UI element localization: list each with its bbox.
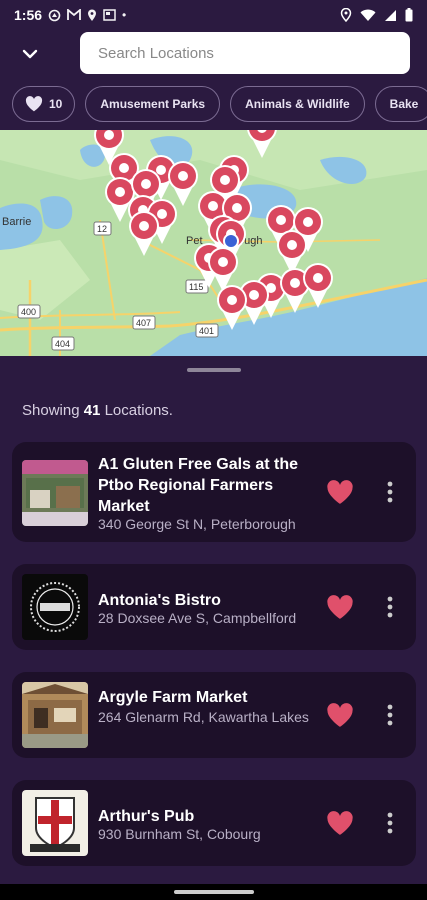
status-right <box>340 8 413 22</box>
system-nav-bar <box>0 884 427 900</box>
location-thumbnail <box>22 460 88 526</box>
location-thumbnail <box>22 790 88 856</box>
chip-bakeries[interactable]: Bake <box>374 86 427 122</box>
heart-icon <box>25 96 43 112</box>
more-options-button[interactable] <box>378 699 402 731</box>
location-thumbnail <box>22 574 88 640</box>
battery-icon <box>405 8 413 22</box>
location-address: 340 George St N, Peterborough <box>98 516 296 532</box>
location-address: 264 Glenarm Rd, Kawartha Lakes <box>98 709 309 725</box>
collapse-button[interactable] <box>0 32 60 76</box>
top-bar <box>0 30 427 78</box>
results-prefix: Showing <box>22 402 80 419</box>
location-address: 28 Doxsee Ave S, Campbellford <box>98 610 297 626</box>
location-icon <box>88 9 97 21</box>
location-title: Argyle Farm Market <box>98 689 248 706</box>
search-box[interactable] <box>80 32 410 74</box>
results-suffix: Locations. <box>104 402 173 419</box>
map-label-barrie: Barrie <box>2 216 31 228</box>
heart-icon <box>327 479 353 504</box>
search-input[interactable] <box>98 44 410 62</box>
favorite-button[interactable] <box>324 699 356 731</box>
sheet-drag-handle[interactable] <box>187 368 241 372</box>
more-vert-icon <box>387 596 393 618</box>
signal-icon <box>385 9 396 21</box>
results-count: Showing 41 Locations. <box>22 402 173 419</box>
location-address: 930 Burnham St, Cobourg <box>98 826 261 842</box>
favorites-chip[interactable]: 10 <box>12 86 76 122</box>
location-card[interactable]: Argyle Farm Market 264 Glenarm Rd, Kawar… <box>12 672 416 758</box>
heart-icon <box>327 594 353 619</box>
location-thumbnail <box>22 682 88 748</box>
wifi-icon <box>360 9 376 21</box>
favorite-button[interactable] <box>324 591 356 623</box>
favorites-count: 10 <box>49 97 63 111</box>
map-canvas[interactable]: Barrie Pet ough 115 12 407 401 400 404 <box>0 130 427 356</box>
map-view[interactable]: Barrie Pet ough 115 12 407 401 400 404 <box>0 130 427 356</box>
chevron-down-icon <box>22 49 38 59</box>
route-shield-400: 400 <box>21 307 36 317</box>
more-options-button[interactable] <box>378 591 402 623</box>
route-shield-401: 401 <box>199 326 214 336</box>
more-options-button[interactable] <box>378 476 402 508</box>
location-title: A1 Gluten Free Gals at the Ptbo Regional… <box>98 456 299 515</box>
chip-animals-wildlife[interactable]: Animals & Wildlife <box>230 86 365 122</box>
results-number: 41 <box>83 402 101 419</box>
news-icon <box>103 9 116 21</box>
map-label-peterborough-a: Pet <box>186 235 203 247</box>
more-options-button[interactable] <box>378 807 402 839</box>
location-card[interactable]: Arthur's Pub 930 Burnham St, Cobourg <box>12 780 416 866</box>
route-shield-12: 12 <box>97 224 107 234</box>
heart-icon <box>327 810 353 835</box>
more-vert-icon <box>387 481 393 503</box>
route-shield-407: 407 <box>136 318 151 328</box>
filter-chips: 10 Amusement Parks Animals & Wildlife Ba… <box>12 86 427 122</box>
location-title: Arthur's Pub <box>98 808 195 825</box>
chip-amusement-parks[interactable]: Amusement Parks <box>85 86 221 122</box>
home-indicator[interactable] <box>174 890 254 894</box>
status-time: 1:56 <box>14 7 43 23</box>
location-card[interactable]: Antonia's Bistro 28 Doxsee Ave S, Campbe… <box>12 564 416 650</box>
notification-icon <box>48 9 61 21</box>
status-dot: • <box>122 8 127 22</box>
gmail-icon <box>67 9 81 20</box>
more-vert-icon <box>387 812 393 834</box>
route-shield-404: 404 <box>55 339 70 349</box>
location-card[interactable]: A1 Gluten Free Gals at the Ptbo Regional… <box>12 442 416 542</box>
heart-icon <box>327 702 353 727</box>
location-active-icon <box>340 8 352 22</box>
results-sheet: Showing 41 Locations. A1 Gluten Free Gal… <box>0 356 427 886</box>
more-vert-icon <box>387 704 393 726</box>
location-title: Antonia's Bistro <box>98 592 221 609</box>
route-shield-115: 115 <box>189 282 203 292</box>
favorite-button[interactable] <box>324 807 356 839</box>
current-location-dot <box>223 233 239 249</box>
favorite-button[interactable] <box>324 476 356 508</box>
status-bar: 1:56 • <box>0 0 427 30</box>
